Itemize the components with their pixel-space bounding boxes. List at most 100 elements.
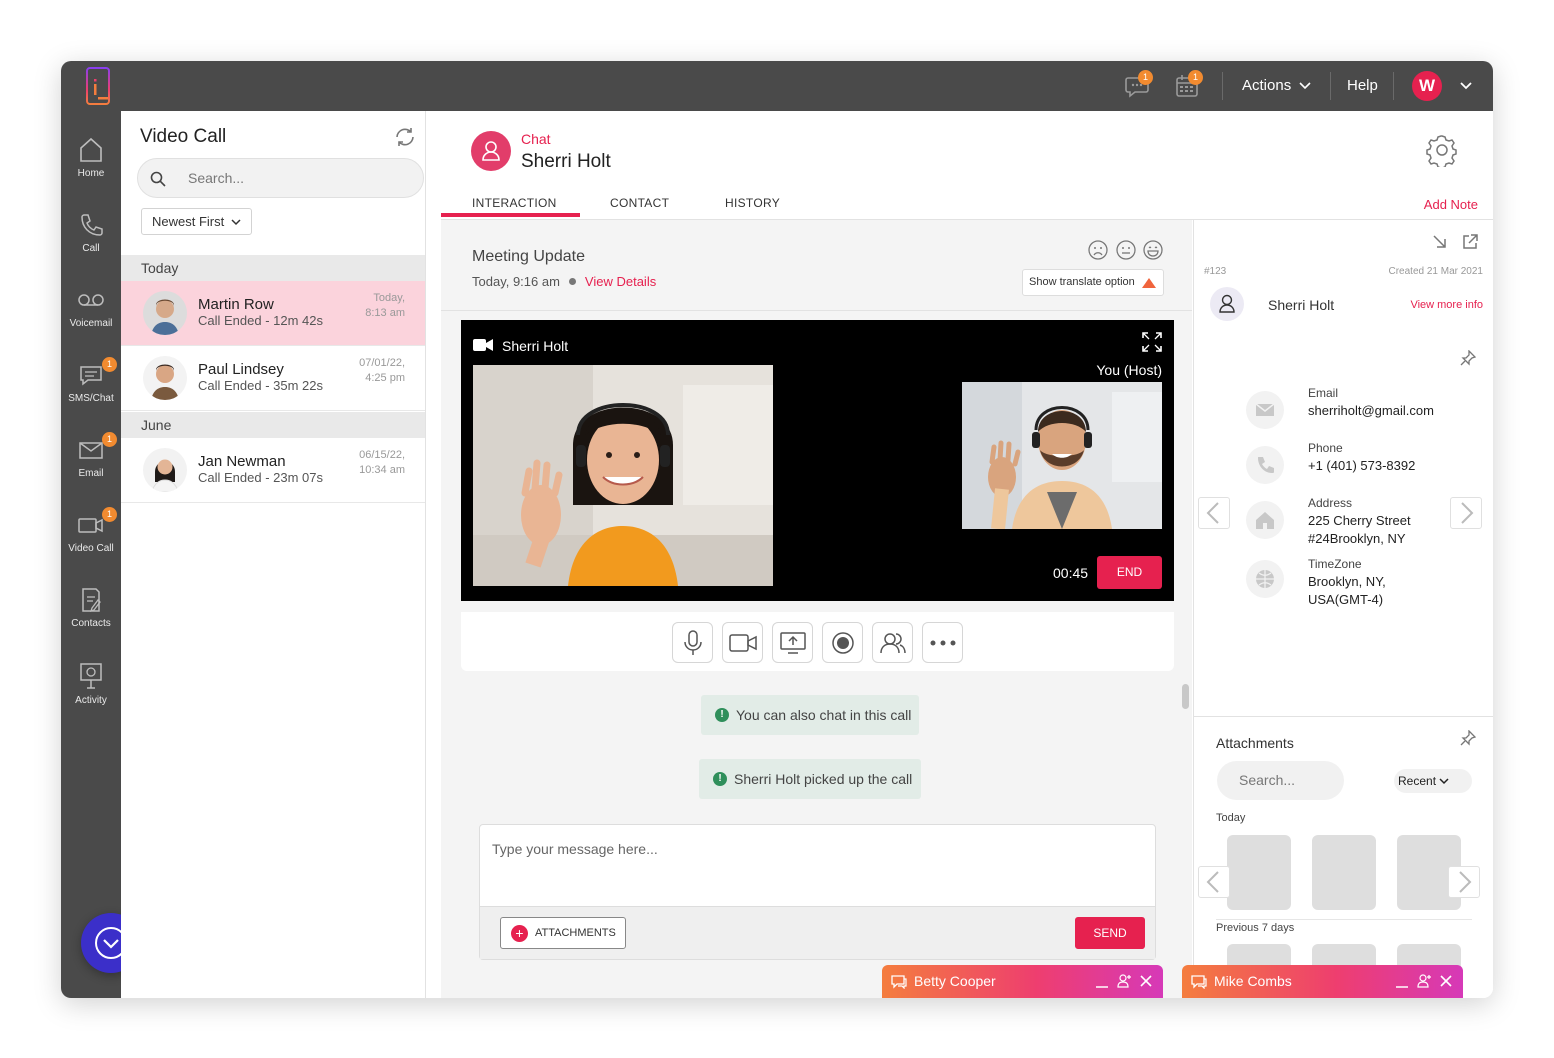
attachments-section-today: Today [1216, 812, 1246, 824]
nav-label: Activity [75, 695, 107, 706]
happy-face-icon[interactable] [1143, 240, 1163, 260]
nav-email[interactable]: 1 Email [61, 432, 121, 496]
panel-divider [1194, 716, 1493, 717]
add-user-icon[interactable] [1117, 974, 1131, 988]
add-note-link[interactable]: Add Note [1424, 197, 1478, 212]
phone-field-icon [1246, 446, 1284, 484]
nav-voicemail[interactable]: Voicemail [61, 286, 121, 346]
scrollbar-thumb[interactable] [1182, 684, 1189, 709]
refresh-icon[interactable] [393, 125, 417, 149]
app-logo-icon[interactable] [81, 67, 119, 105]
nav-call[interactable]: Call [61, 211, 121, 271]
topbar-separator [1222, 72, 1223, 100]
nav-sms-chat[interactable]: 1 SMS/Chat [61, 357, 121, 421]
microphone-icon [683, 629, 702, 655]
add-user-icon[interactable] [1417, 974, 1431, 988]
actions-menu[interactable]: Actions [1242, 77, 1311, 94]
attachment-thumbnail[interactable] [1312, 835, 1376, 910]
mute-button[interactable] [672, 622, 713, 663]
video-badge: 1 [102, 507, 117, 522]
participants-icon [879, 632, 906, 653]
call-controls [461, 612, 1174, 671]
minimize-icon[interactable] [1396, 977, 1408, 989]
nav-home[interactable]: Home [61, 136, 121, 196]
topbar-separator [1393, 72, 1394, 100]
collapse-arrow-icon[interactable] [1432, 234, 1448, 250]
gear-icon[interactable] [1425, 133, 1459, 167]
camera-toggle-button[interactable] [722, 622, 763, 663]
participants-button[interactable] [872, 622, 913, 663]
call-status: Call Ended - 23m 07s [198, 470, 324, 485]
neutral-face-icon[interactable] [1116, 240, 1136, 260]
calendar-icon[interactable]: 1 [1174, 70, 1203, 99]
chat-window-tab[interactable]: Mike Combs [1182, 965, 1463, 998]
contact-id: #123 [1204, 266, 1227, 277]
screen-share-button[interactable] [772, 622, 813, 663]
view-more-info-link[interactable]: View more info [1410, 299, 1483, 311]
open-external-icon[interactable] [1462, 234, 1478, 250]
previous-arrow[interactable] [1198, 497, 1230, 529]
list-item[interactable]: Paul Lindsey Call Ended - 35m 22s 07/01/… [121, 346, 425, 411]
minimize-icon[interactable] [1096, 977, 1108, 989]
contact-avatar [1210, 287, 1244, 321]
sort-dropdown[interactable]: Newest First [141, 208, 252, 235]
message-input[interactable]: Type your message here... [492, 841, 658, 857]
meeting-subline: Today, 9:16 am View Details [472, 274, 656, 289]
chat-window-tab[interactable]: Betty Cooper [882, 965, 1163, 998]
mail-icon [1255, 403, 1275, 416]
chevron-right-icon [1461, 502, 1474, 524]
nav-label: Voicemail [69, 318, 113, 329]
nav-activity[interactable]: Activity [61, 661, 121, 721]
record-button[interactable] [822, 622, 863, 663]
activity-icon [80, 663, 102, 689]
close-icon[interactable] [1440, 975, 1452, 987]
fullscreen-icon[interactable] [1142, 332, 1162, 352]
sad-face-icon[interactable] [1088, 240, 1108, 260]
group-header: June [121, 412, 425, 438]
nav-video-call[interactable]: 1 Video Call [61, 507, 121, 571]
nav-contacts[interactable]: Contacts [61, 586, 121, 646]
chevron-right-icon [1459, 871, 1472, 893]
pin-icon[interactable] [1460, 730, 1476, 746]
notice-text: You can also chat in this call [736, 707, 912, 723]
close-icon[interactable] [1140, 975, 1152, 987]
list-item[interactable]: Martin Row Call Ended - 12m 42s Today, 8:… [121, 281, 425, 346]
attachments-previous-arrow[interactable] [1198, 866, 1230, 898]
attachments-button[interactable]: + ATTACHMENTS [500, 917, 626, 949]
contact-avatar [471, 131, 511, 171]
system-notice: ! You can also chat in this call [701, 695, 919, 735]
chevron-down-icon[interactable] [1460, 82, 1472, 90]
next-arrow[interactable] [1450, 497, 1482, 529]
video-call-list-panel: Video Call Search... Newest First Today … [121, 111, 426, 998]
attachment-thumbnail[interactable] [1227, 835, 1291, 910]
contact-name: Paul Lindsey [198, 361, 284, 378]
chat-notifications-icon[interactable]: 1 [1124, 70, 1153, 99]
attachments-search-input[interactable]: Search... [1217, 761, 1344, 800]
screen-share-icon [779, 631, 806, 654]
notice-text: Sherri Holt picked up the call [734, 771, 913, 787]
pin-icon[interactable] [1460, 350, 1476, 366]
tab-interaction[interactable]: INTERACTION [472, 196, 557, 210]
timezone-line-1: Brooklyn, NY, [1308, 574, 1386, 589]
tab-history[interactable]: HISTORY [725, 196, 780, 210]
view-details-link[interactable]: View Details [585, 274, 656, 289]
phone-value[interactable]: +1 (401) 573-8392 [1308, 457, 1415, 475]
translate-toggle[interactable]: Show translate option [1022, 269, 1164, 296]
chevron-down-icon [1299, 82, 1311, 90]
user-avatar[interactable]: W [1412, 71, 1442, 101]
email-value[interactable]: sherriholt@gmail.com [1308, 402, 1434, 420]
tab-contact[interactable]: CONTACT [610, 196, 669, 210]
chevron-left-icon [1206, 502, 1219, 524]
list-search-input[interactable]: Search... [137, 158, 424, 198]
attachments-next-arrow[interactable] [1448, 866, 1480, 898]
list-item[interactable]: Jan Newman Call Ended - 23m 07s 06/15/22… [121, 438, 425, 503]
active-tab-indicator [441, 213, 580, 217]
chat-window-name: Betty Cooper [914, 973, 996, 989]
more-options-button[interactable] [922, 622, 963, 663]
attachments-filter-dropdown[interactable]: Recent [1394, 769, 1472, 793]
video-icon [78, 518, 103, 533]
end-call-button[interactable]: END [1097, 556, 1162, 589]
conversation-area: Meeting Update Today, 9:16 am View Detail… [441, 220, 1192, 998]
help-link[interactable]: Help [1347, 77, 1378, 94]
send-button[interactable]: SEND [1075, 917, 1145, 949]
